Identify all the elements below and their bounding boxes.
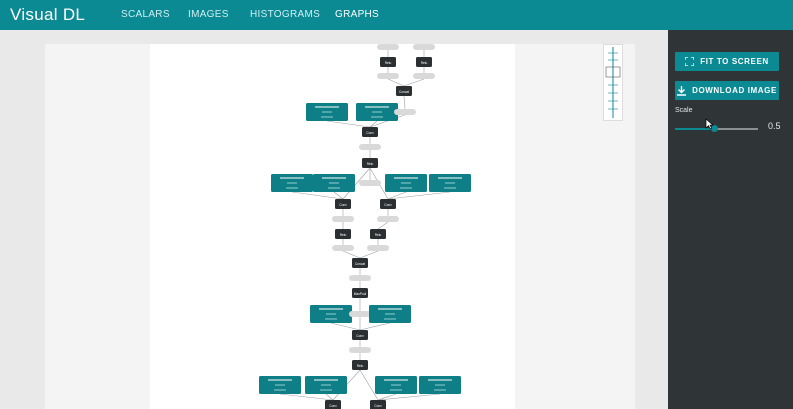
op-node-label: Conv [374,404,382,408]
op-node-label: Conv [366,131,374,135]
graph-edge [330,322,361,331]
op-node-label: Relu [375,233,382,237]
download-icon [677,85,687,96]
data-node[interactable] [413,73,435,79]
data-node[interactable] [377,216,399,222]
fit-to-screen-label: FIT TO SCREEN [700,57,769,66]
graph-edge [387,78,405,87]
nav-tab-images[interactable]: IMAGES [188,9,229,20]
op-node-label: MaxPool [354,292,367,296]
data-node[interactable] [377,73,399,79]
data-node[interactable] [359,144,381,150]
data-node[interactable] [349,311,371,317]
graph-edge [377,221,389,230]
graph-canvas[interactable]: Relu Relu Concat Conv Relu Conv Conv Relu Relu Co… [150,44,515,409]
graph-svg[interactable]: Relu Relu Concat Conv Relu Conv Conv Relu Relu Co… [150,44,515,409]
op-node-label: Relu [385,61,392,65]
scale-label: Scale [675,107,693,114]
op-node-label: Conv [384,203,392,207]
app-logo[interactable]: Visual DL [10,5,85,25]
nav-tab-graphs[interactable]: GRAPHS [335,9,379,20]
data-node[interactable] [413,44,435,50]
graph-edge [403,78,425,87]
data-node[interactable] [359,180,381,186]
graph-edge [342,250,361,259]
op-node-label: Concat [399,90,409,94]
graph-edge [326,120,371,128]
op-node-label: Conv [339,203,347,207]
data-node[interactable] [394,109,416,115]
fit-to-screen-button[interactable]: FIT TO SCREEN [675,52,779,71]
nav-tab-scalars[interactable]: SCALARS [121,9,170,20]
graph-edge [403,95,406,110]
op-node-label: Relu [340,233,347,237]
op-node-label: Conv [329,404,337,408]
nav-tab-histograms[interactable]: HISTOGRAMS [250,9,320,20]
graph-minimap[interactable] [603,44,623,121]
data-node[interactable] [367,245,389,251]
graph-edge [359,250,379,259]
mouse-pointer-icon [705,118,714,130]
top-navigation-bar: Visual DL SCALARS IMAGES HISTOGRAMS GRAP… [0,0,793,30]
download-image-label: DOWNLOAD IMAGE [692,86,777,95]
minimap-svg [605,47,621,118]
data-node[interactable] [332,216,354,222]
scale-value: 0.5 [768,121,781,131]
graph-edge [359,322,391,331]
data-node[interactable] [349,275,371,281]
download-image-button[interactable]: DOWNLOAD IMAGE [675,81,779,100]
op-node-label: Relu [357,364,364,368]
op-node-label: Conv [356,334,364,338]
data-node[interactable] [349,347,371,353]
data-node[interactable] [377,44,399,50]
op-node-label: Relu [421,61,428,65]
fullscreen-icon [685,57,695,66]
graph-edge [279,393,334,401]
op-node-label: Relu [367,162,374,166]
data-node[interactable] [332,245,354,251]
op-node-label: Concat [355,262,365,266]
